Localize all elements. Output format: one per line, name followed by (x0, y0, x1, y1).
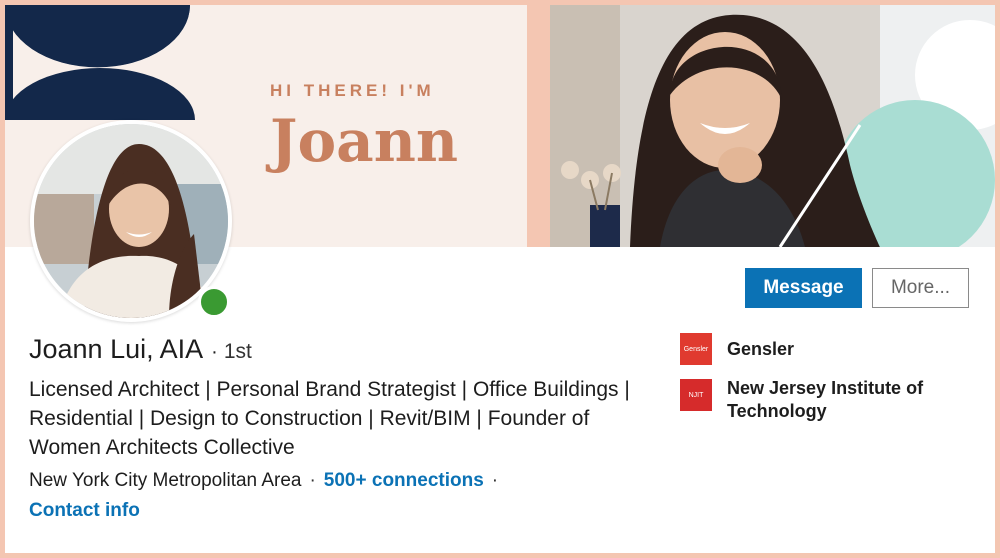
profile-headline: Licensed Architect | Personal Brand Stra… (29, 378, 630, 459)
njit-logo-icon: NJIT (680, 379, 712, 411)
banner-name: Joann (270, 107, 459, 175)
banner-photo-art (550, 5, 995, 247)
experience-item-gensler[interactable]: Gensler Gensler (680, 333, 957, 365)
more-button[interactable]: More... (872, 268, 969, 308)
message-button[interactable]: Message (745, 268, 862, 308)
location-separator: · (309, 470, 316, 491)
njit-logo-text: NJIT (688, 391, 704, 399)
profile-card: HI THERE! I'M Joann Message More... Joan… (5, 5, 995, 553)
degree-separator: · (211, 341, 218, 363)
connection-degree: 1st (223, 340, 252, 363)
education-name: New Jersey Institute of Technology (727, 378, 924, 421)
profile-location: New York City Metropolitan Area (29, 470, 302, 491)
online-status-indicator (198, 286, 230, 318)
avatar (34, 124, 228, 318)
profile-name: Joann Lui, AIA (29, 334, 204, 364)
experience-item-njit[interactable]: NJIT New Jersey Institute of Technology (680, 377, 957, 423)
connections-separator: · (491, 470, 499, 491)
experience-name: Gensler (727, 339, 795, 359)
connections-link[interactable]: 500+ connections (324, 470, 484, 491)
banner-greeting: HI THERE! I'M (270, 81, 435, 100)
avatar-photo (34, 124, 228, 318)
profile-avatar[interactable] (30, 120, 232, 322)
location-line: New York City Metropolitan Area · 500+ con… (29, 470, 506, 492)
profile-name-line: Joann Lui, AIA · 1st (29, 334, 252, 365)
banner-divider (527, 5, 550, 247)
gensler-logo-icon: Gensler (680, 333, 712, 365)
gensler-logo-text: Gensler (683, 345, 709, 353)
banner-photo (550, 5, 995, 247)
contact-info-link[interactable]: Contact info (29, 500, 140, 522)
